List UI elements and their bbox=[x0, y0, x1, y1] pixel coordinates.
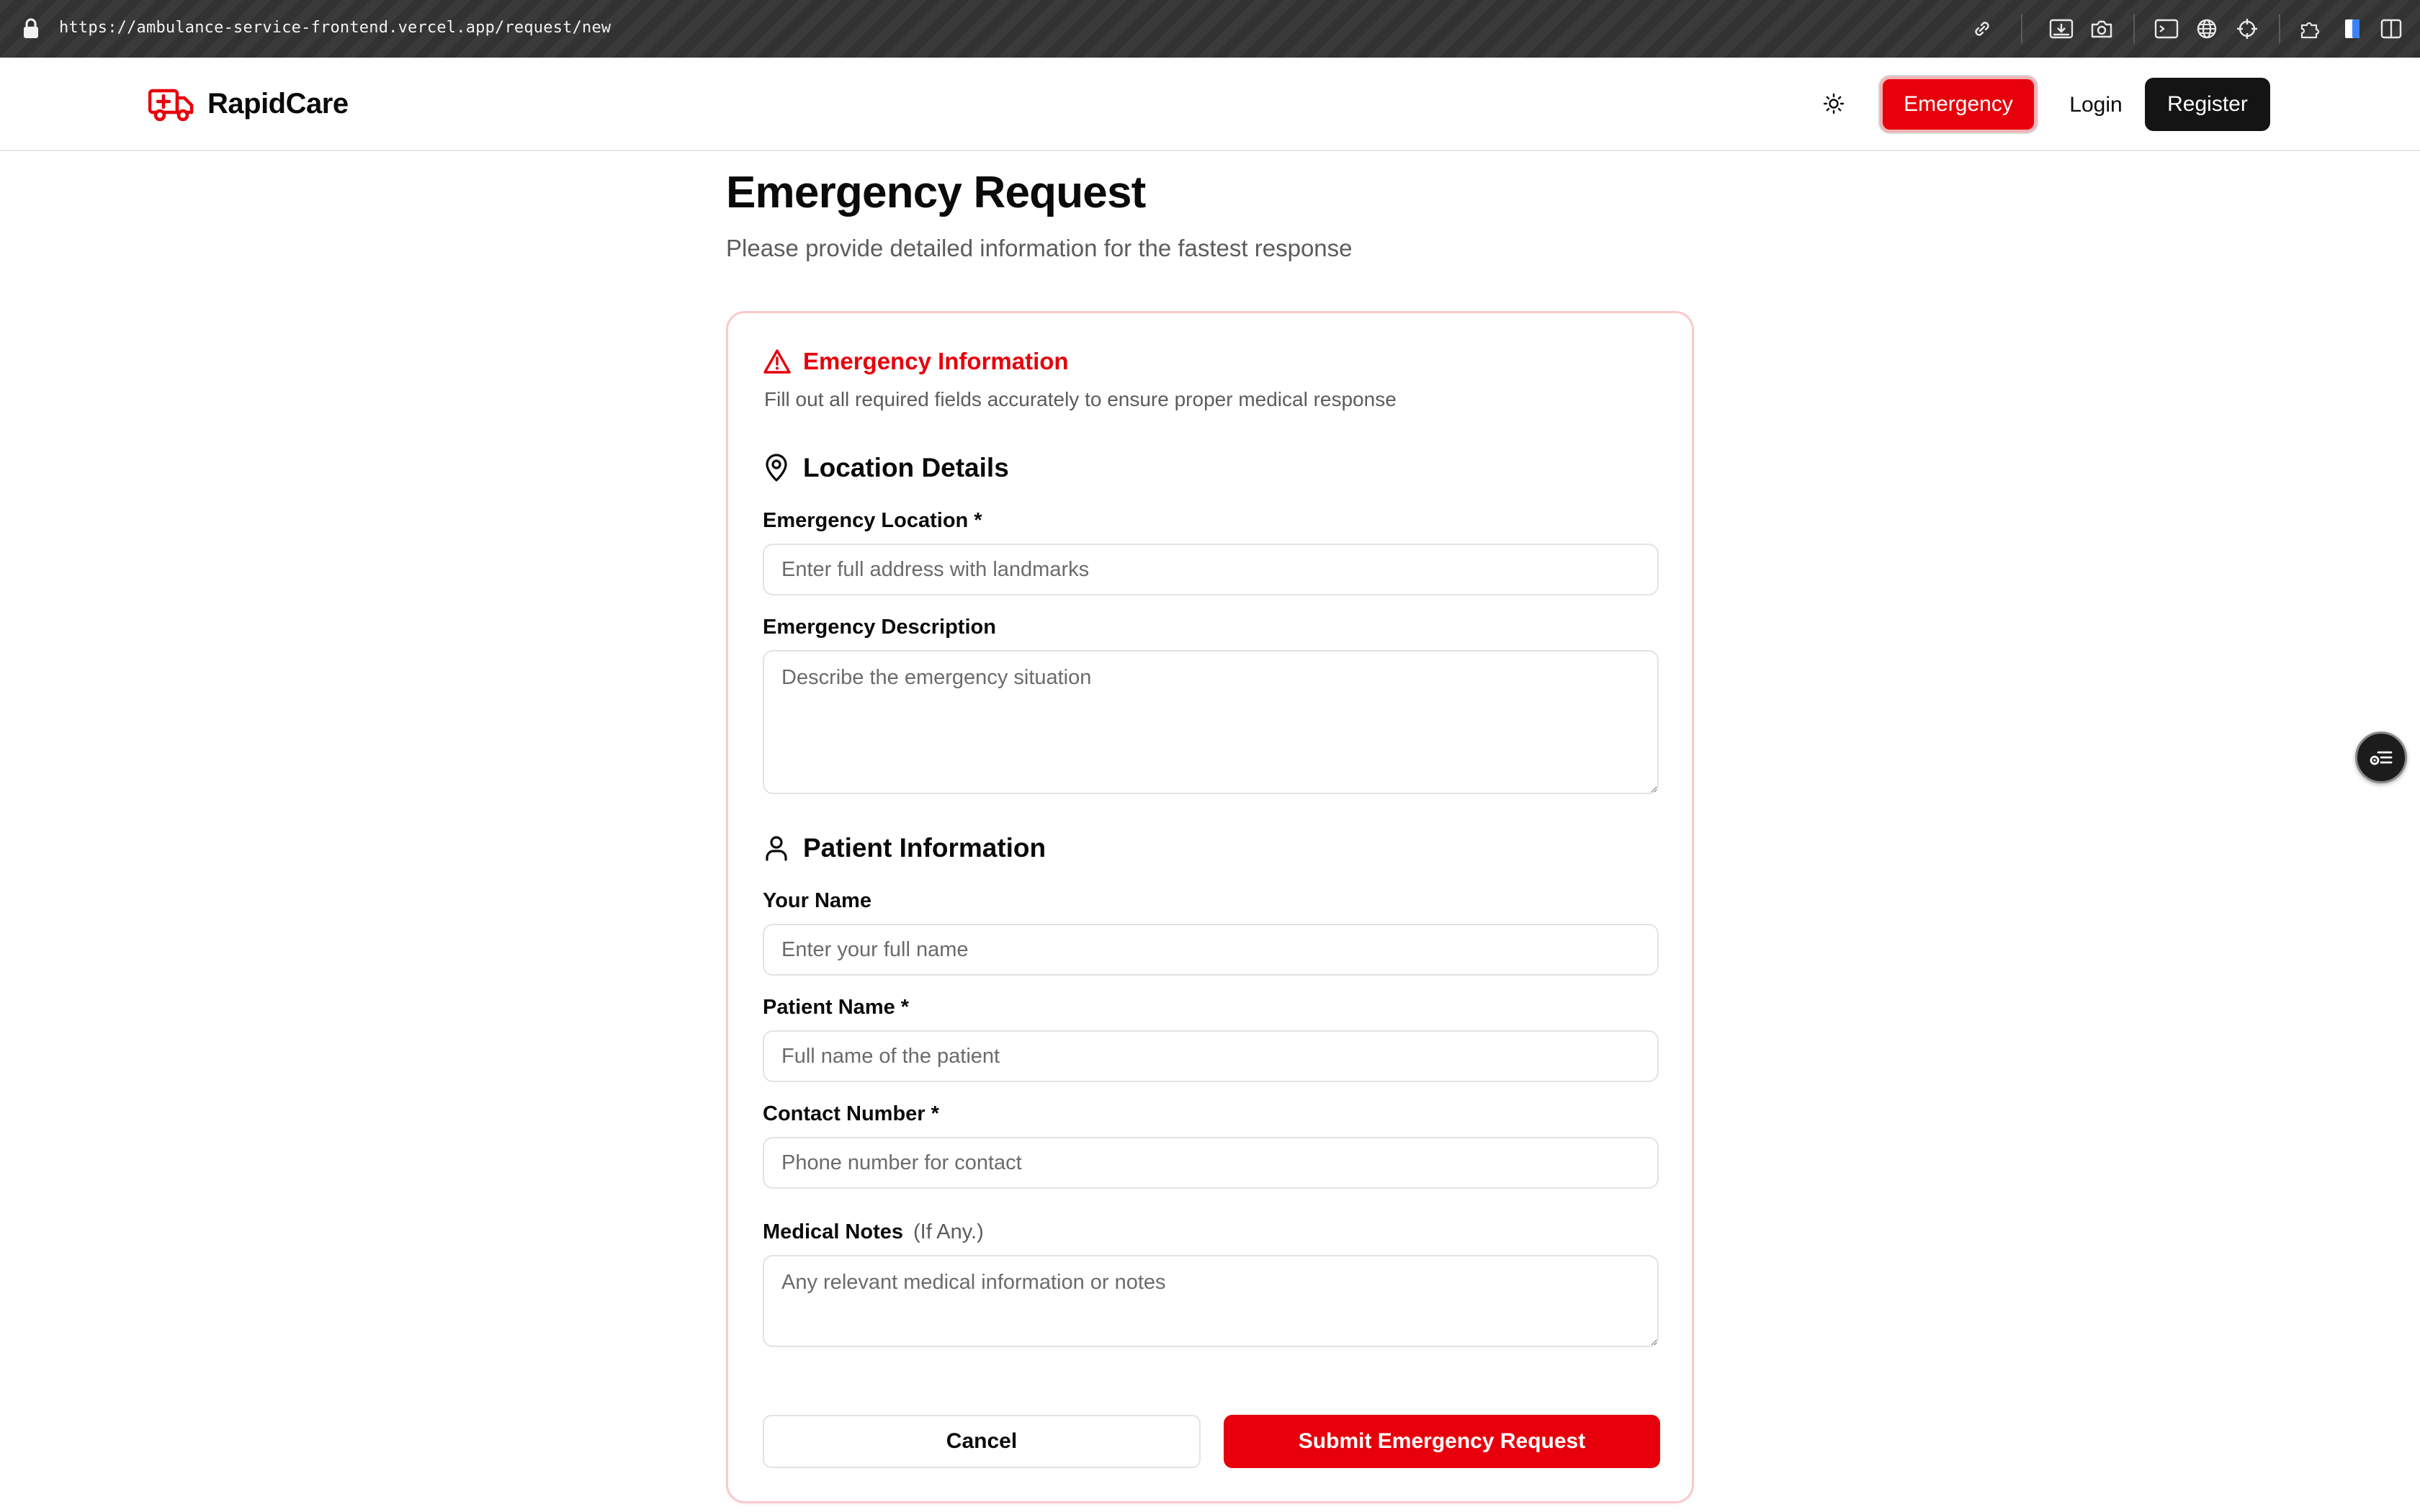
location-section-header: Location Details bbox=[764, 453, 1009, 483]
location-section-title: Location Details bbox=[803, 453, 1009, 482]
your-name-input[interactable] bbox=[763, 924, 1659, 976]
globe-icon[interactable] bbox=[2192, 14, 2221, 43]
sun-icon bbox=[1823, 93, 1845, 114]
medical-notes-hint: (If Any.) bbox=[913, 1220, 984, 1243]
card-description: Fill out all required fields accurately … bbox=[764, 388, 1397, 410]
patient-section-title: Patient Information bbox=[803, 833, 1047, 863]
register-button[interactable]: Register bbox=[2145, 78, 2270, 131]
user-icon bbox=[766, 836, 787, 861]
ambulance-icon bbox=[148, 89, 194, 122]
patient-name-label: Patient Name * bbox=[763, 996, 910, 1019]
address-bar-url[interactable]: https://ambulance-service-frontend.verce… bbox=[59, 19, 611, 37]
cancel-button[interactable]: Cancel bbox=[763, 1415, 1201, 1468]
emergency-button[interactable]: Emergency bbox=[1880, 76, 2037, 132]
link-icon[interactable] bbox=[1968, 14, 1996, 43]
terminal-icon[interactable] bbox=[2152, 14, 2181, 43]
map-pin-icon bbox=[766, 454, 787, 482]
contact-number-label: Contact Number * bbox=[763, 1102, 939, 1125]
emergency-form-card: Emergency Information Fill out all requi… bbox=[726, 311, 1694, 1503]
brand-name: RapidCare bbox=[207, 87, 349, 120]
page-subtitle: Please provide detailed information for … bbox=[726, 235, 1353, 261]
brand-logo[interactable]: RapidCare bbox=[148, 85, 349, 122]
login-link[interactable]: Login bbox=[2053, 79, 2139, 131]
image-download-icon[interactable] bbox=[2047, 14, 2076, 43]
camera-icon[interactable] bbox=[2087, 14, 2116, 43]
card-title: Emergency Information bbox=[803, 348, 1069, 374]
browser-toolbar: https://ambulance-service-frontend.verce… bbox=[0, 0, 2420, 58]
warning-triangle-icon bbox=[763, 349, 791, 374]
settings-list-icon bbox=[2370, 751, 2393, 765]
patient-name-input[interactable] bbox=[763, 1030, 1659, 1082]
bookmark-icon[interactable] bbox=[2338, 14, 2367, 43]
emergency-location-input[interactable] bbox=[763, 544, 1659, 595]
emergency-location-label: Emergency Location * bbox=[763, 509, 982, 532]
sidebar-icon[interactable] bbox=[2377, 14, 2406, 43]
emergency-description-textarea[interactable] bbox=[763, 650, 1659, 794]
card-header: Emergency Information bbox=[763, 348, 1069, 375]
theme-toggle-button[interactable] bbox=[1818, 88, 1850, 120]
site-header: RapidCare Emergency Login Register bbox=[0, 58, 2420, 151]
puzzle-icon[interactable] bbox=[2298, 14, 2326, 43]
crosshair-icon[interactable] bbox=[2233, 14, 2262, 43]
your-name-label: Your Name bbox=[763, 889, 871, 912]
lock-icon bbox=[24, 18, 38, 38]
medical-notes-label: Medical Notes (If Any.) bbox=[763, 1220, 984, 1244]
medical-notes-textarea[interactable] bbox=[763, 1255, 1659, 1347]
patient-section-header: Patient Information bbox=[764, 833, 1046, 863]
page-title: Emergency Request bbox=[726, 168, 1146, 217]
contact-number-input[interactable] bbox=[763, 1137, 1659, 1189]
emergency-description-label: Emergency Description bbox=[763, 616, 996, 639]
floating-menu-button[interactable] bbox=[2355, 732, 2407, 783]
medical-notes-label-text: Medical Notes bbox=[763, 1220, 903, 1243]
submit-emergency-request-button[interactable]: Submit Emergency Request bbox=[1224, 1415, 1660, 1468]
